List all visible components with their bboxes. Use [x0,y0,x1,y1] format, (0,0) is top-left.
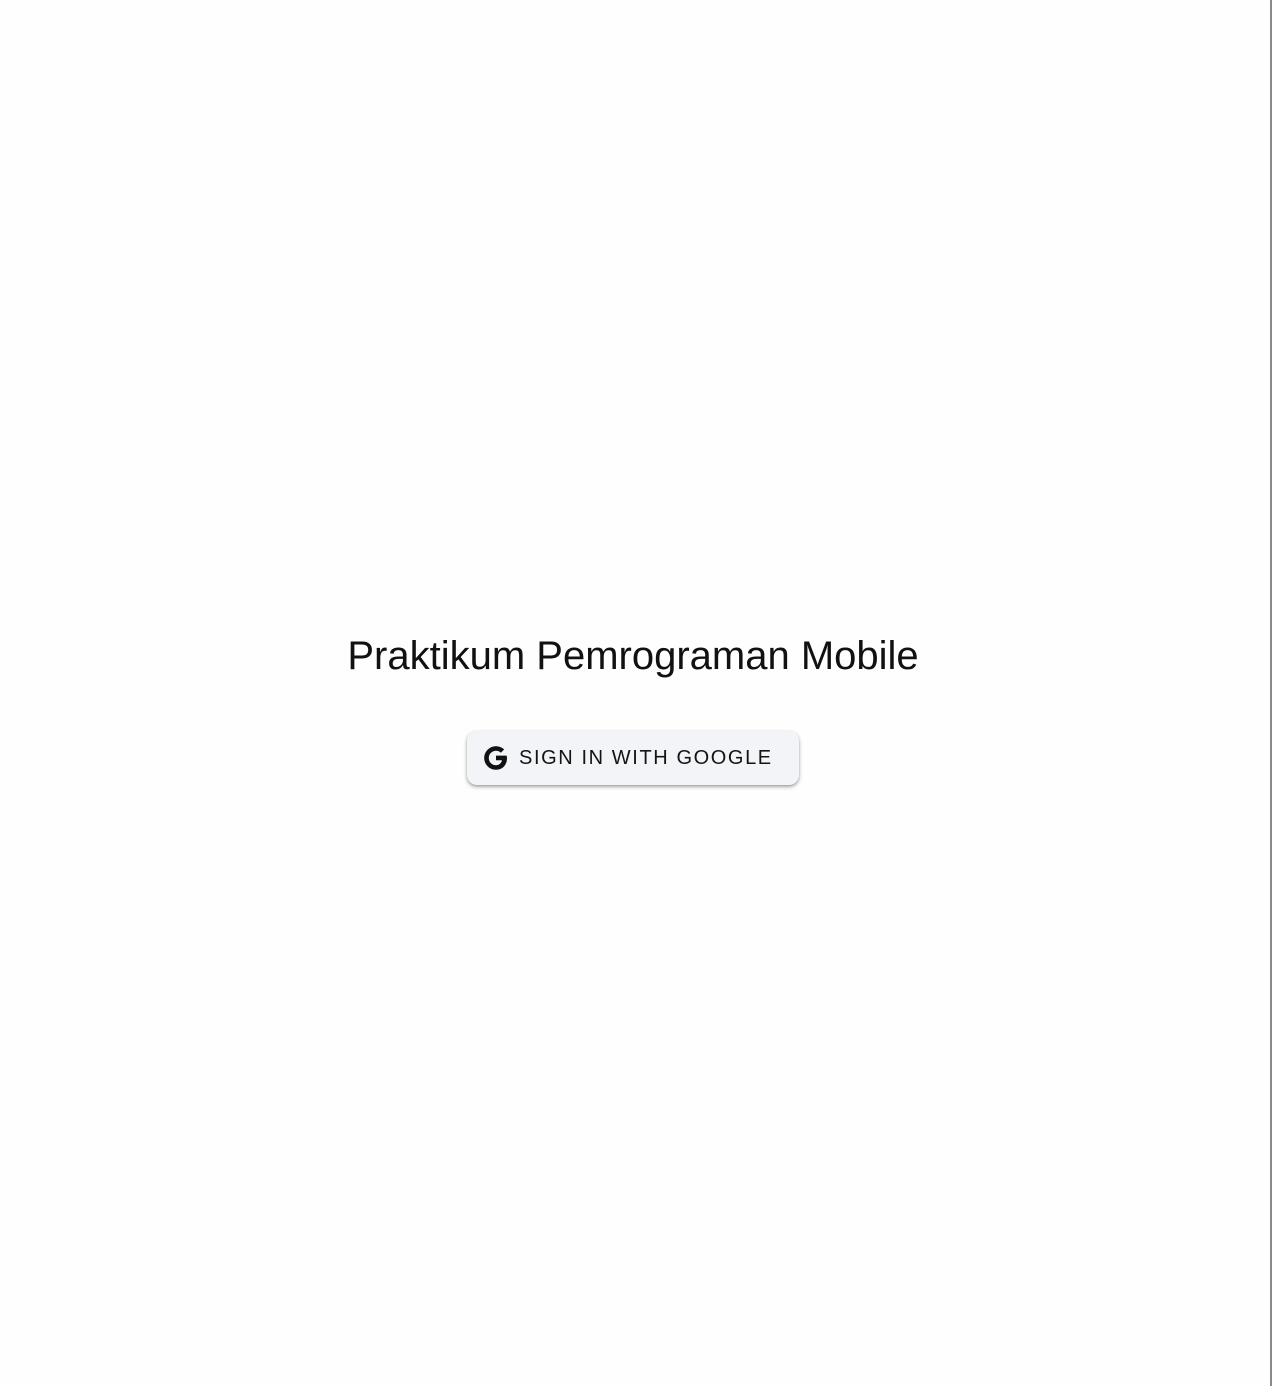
login-screen: Praktikum Pemrograman Mobile SIGN IN WIT… [0,0,1266,1386]
google-icon [483,745,509,771]
sign-in-label: SIGN IN WITH GOOGLE [519,746,773,769]
sign-in-with-google-button[interactable]: SIGN IN WITH GOOGLE [467,731,799,785]
page-title: Praktikum Pemrograman Mobile [347,634,919,678]
